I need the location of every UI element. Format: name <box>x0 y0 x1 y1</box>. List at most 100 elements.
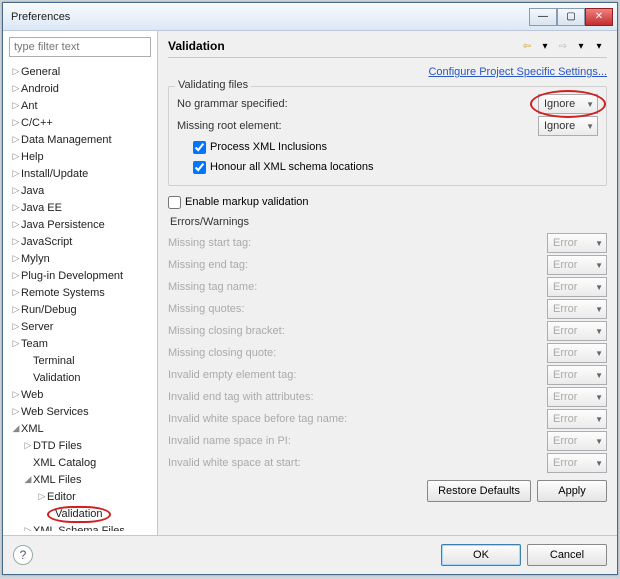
tree-item[interactable]: ▷C/C++ <box>7 114 155 131</box>
tree-item[interactable]: Terminal <box>7 352 155 369</box>
process-inclusions-checkbox[interactable]: Process XML Inclusions <box>177 137 598 157</box>
tree-item[interactable]: ▷Help <box>7 148 155 165</box>
error-select[interactable]: Error▼ <box>547 299 607 319</box>
expand-icon: ▷ <box>11 236 21 247</box>
filter-box <box>9 37 151 57</box>
expand-icon: ▷ <box>11 100 21 111</box>
chevron-down-icon[interactable]: ▾ <box>537 39 553 53</box>
missing-root-row: Missing root element: Ignore▼ <box>177 115 598 137</box>
chevron-down-icon: ▼ <box>595 239 603 248</box>
tree-item[interactable]: ▷Server <box>7 318 155 335</box>
settings-pane: Validation ⇦ ▾ ⇨ ▾ ▾ Configure Project S… <box>158 31 617 535</box>
error-select[interactable]: Error▼ <box>547 277 607 297</box>
tree-item[interactable]: ▷Java <box>7 182 155 199</box>
tree-item[interactable]: ▷Data Management <box>7 131 155 148</box>
tree-item-label: Validation <box>47 506 111 523</box>
tree-item[interactable]: ▷Plug-in Development <box>7 267 155 284</box>
forward-icon[interactable]: ⇨ <box>555 39 571 53</box>
errors-warnings-label: Errors/Warnings <box>170 216 607 228</box>
error-select[interactable]: Error▼ <box>547 453 607 473</box>
error-select[interactable]: Error ▼ <box>547 233 607 253</box>
expand-icon: ▷ <box>11 185 21 196</box>
checkbox-input[interactable] <box>193 141 206 154</box>
tree-item[interactable]: ▷Web Services <box>7 403 155 420</box>
error-select[interactable]: Error▼ <box>547 321 607 341</box>
chevron-down-icon[interactable]: ▾ <box>573 39 589 53</box>
close-button[interactable]: ✕ <box>585 8 613 26</box>
tree-item[interactable]: Validation <box>7 505 155 522</box>
tree-item[interactable]: ▷Ant <box>7 97 155 114</box>
chevron-down-icon: ▼ <box>595 437 603 446</box>
chevron-down-icon: ▼ <box>595 415 603 424</box>
apply-button[interactable]: Apply <box>537 480 607 502</box>
error-label: Invalid white space at start: <box>168 457 547 469</box>
minimize-button[interactable]: — <box>529 8 557 26</box>
tree-item-label: Install/Update <box>21 168 88 180</box>
menu-chevron-icon[interactable]: ▾ <box>591 39 607 53</box>
tree-item[interactable]: ◢XML Files <box>7 471 155 488</box>
tree-item[interactable]: ▷Team <box>7 335 155 352</box>
tree-item-label: Web Services <box>21 406 89 418</box>
tree-item[interactable]: ▷XML Schema Files <box>7 522 155 531</box>
enable-markup-checkbox[interactable]: Enable markup validation <box>168 192 607 212</box>
tree-item-label: Help <box>21 151 44 163</box>
honour-schema-checkbox[interactable]: Honour all XML schema locations <box>177 157 598 177</box>
expand-icon: ▷ <box>11 270 21 281</box>
tree-item[interactable]: ▷Android <box>7 80 155 97</box>
expand-icon: ▷ <box>11 304 21 315</box>
select-value: Error <box>553 303 577 315</box>
tree-item[interactable]: ▷Java EE <box>7 199 155 216</box>
tree-item[interactable]: XML Catalog <box>7 454 155 471</box>
chevron-down-icon: ▼ <box>595 283 603 292</box>
errors-rows: Missing start tag:Error▼Missing end tag:… <box>168 232 607 474</box>
tree-item-label: C/C++ <box>21 117 53 129</box>
titlebar: Preferences — ▢ ✕ <box>3 3 617 31</box>
tree-item-label: Validation <box>33 372 81 384</box>
error-row: Invalid empty element tag:Error▼ <box>168 364 607 386</box>
tree-item[interactable]: ▷DTD Files <box>7 437 155 454</box>
error-label: Invalid empty element tag: <box>168 369 547 381</box>
error-select[interactable]: Error▼ <box>547 409 607 429</box>
filter-input[interactable] <box>9 37 151 57</box>
restore-defaults-button[interactable]: Restore Defaults <box>427 480 531 502</box>
category-tree[interactable]: ▷General▷Android▷Ant▷C/C++▷Data Manageme… <box>5 63 155 531</box>
select-value: Error <box>553 325 577 337</box>
error-select[interactable]: Error▼ <box>547 343 607 363</box>
preferences-window: Preferences — ▢ ✕ ▷General▷Android▷Ant▷C… <box>2 2 618 575</box>
ok-button[interactable]: OK <box>441 544 521 566</box>
error-select[interactable]: Error▼ <box>547 365 607 385</box>
tree-item[interactable]: ▷Mylyn <box>7 250 155 267</box>
expand-icon: ▷ <box>11 117 21 128</box>
chevron-down-icon: ▼ <box>586 122 594 131</box>
tree-item[interactable]: ▷Web <box>7 386 155 403</box>
tree-item[interactable]: ▷JavaScript <box>7 233 155 250</box>
tree-item[interactable]: ◢XML <box>7 420 155 437</box>
tree-item[interactable]: ▷Java Persistence <box>7 216 155 233</box>
no-grammar-select[interactable]: Ignore▼ <box>538 94 598 114</box>
error-select[interactable]: Error▼ <box>547 255 607 275</box>
checkbox-label: Process XML Inclusions <box>210 141 327 153</box>
tree-item[interactable]: ▷General <box>7 63 155 80</box>
help-icon[interactable]: ? <box>13 545 33 565</box>
checkbox-input[interactable] <box>193 161 206 174</box>
tree-item-label: Team <box>21 338 48 350</box>
maximize-button[interactable]: ▢ <box>557 8 585 26</box>
tree-item[interactable]: ▷Run/Debug <box>7 301 155 318</box>
tree-item-label: Validation <box>47 508 111 520</box>
error-select[interactable]: Error▼ <box>547 387 607 407</box>
cancel-button[interactable]: Cancel <box>527 544 607 566</box>
error-select[interactable]: Error▼ <box>547 431 607 451</box>
back-icon[interactable]: ⇦ <box>519 39 535 53</box>
tree-item[interactable]: ▷Install/Update <box>7 165 155 182</box>
tree-item[interactable]: ▷Remote Systems <box>7 284 155 301</box>
page-title: Validation <box>168 39 517 53</box>
tree-item[interactable]: ▷Editor <box>7 488 155 505</box>
select-value: Error <box>553 237 577 249</box>
tree-item-label: Terminal <box>33 355 75 367</box>
tree-pane: ▷General▷Android▷Ant▷C/C++▷Data Manageme… <box>3 31 158 535</box>
tree-item[interactable]: Validation <box>7 369 155 386</box>
expand-icon: ▷ <box>11 202 21 213</box>
checkbox-input[interactable] <box>168 196 181 209</box>
error-label: Missing start tag: <box>168 237 547 249</box>
missing-root-select[interactable]: Ignore▼ <box>538 116 598 136</box>
